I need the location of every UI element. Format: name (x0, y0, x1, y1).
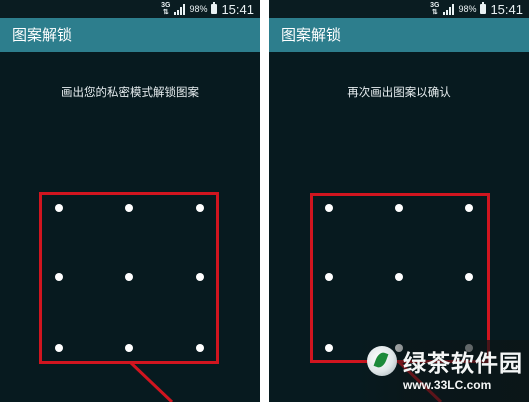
watermark: 绿茶软件园 www.33LC.com (359, 340, 529, 402)
screen-divider (260, 0, 269, 402)
screen-draw-pattern: 3G ⇅ 98% 15:41 图案解锁 画出您的私密模式解锁图案 (0, 0, 260, 402)
watermark-url: www.33LC.com (403, 378, 492, 392)
screen-confirm-pattern: 3G ⇅ 98% 15:41 图案解锁 再次画出图案以确认 绿茶软件园 www.… (269, 0, 529, 402)
leaf-logo-icon (367, 346, 397, 376)
pointer-arrow-line (128, 360, 174, 402)
watermark-name: 绿茶软件园 (403, 351, 523, 377)
